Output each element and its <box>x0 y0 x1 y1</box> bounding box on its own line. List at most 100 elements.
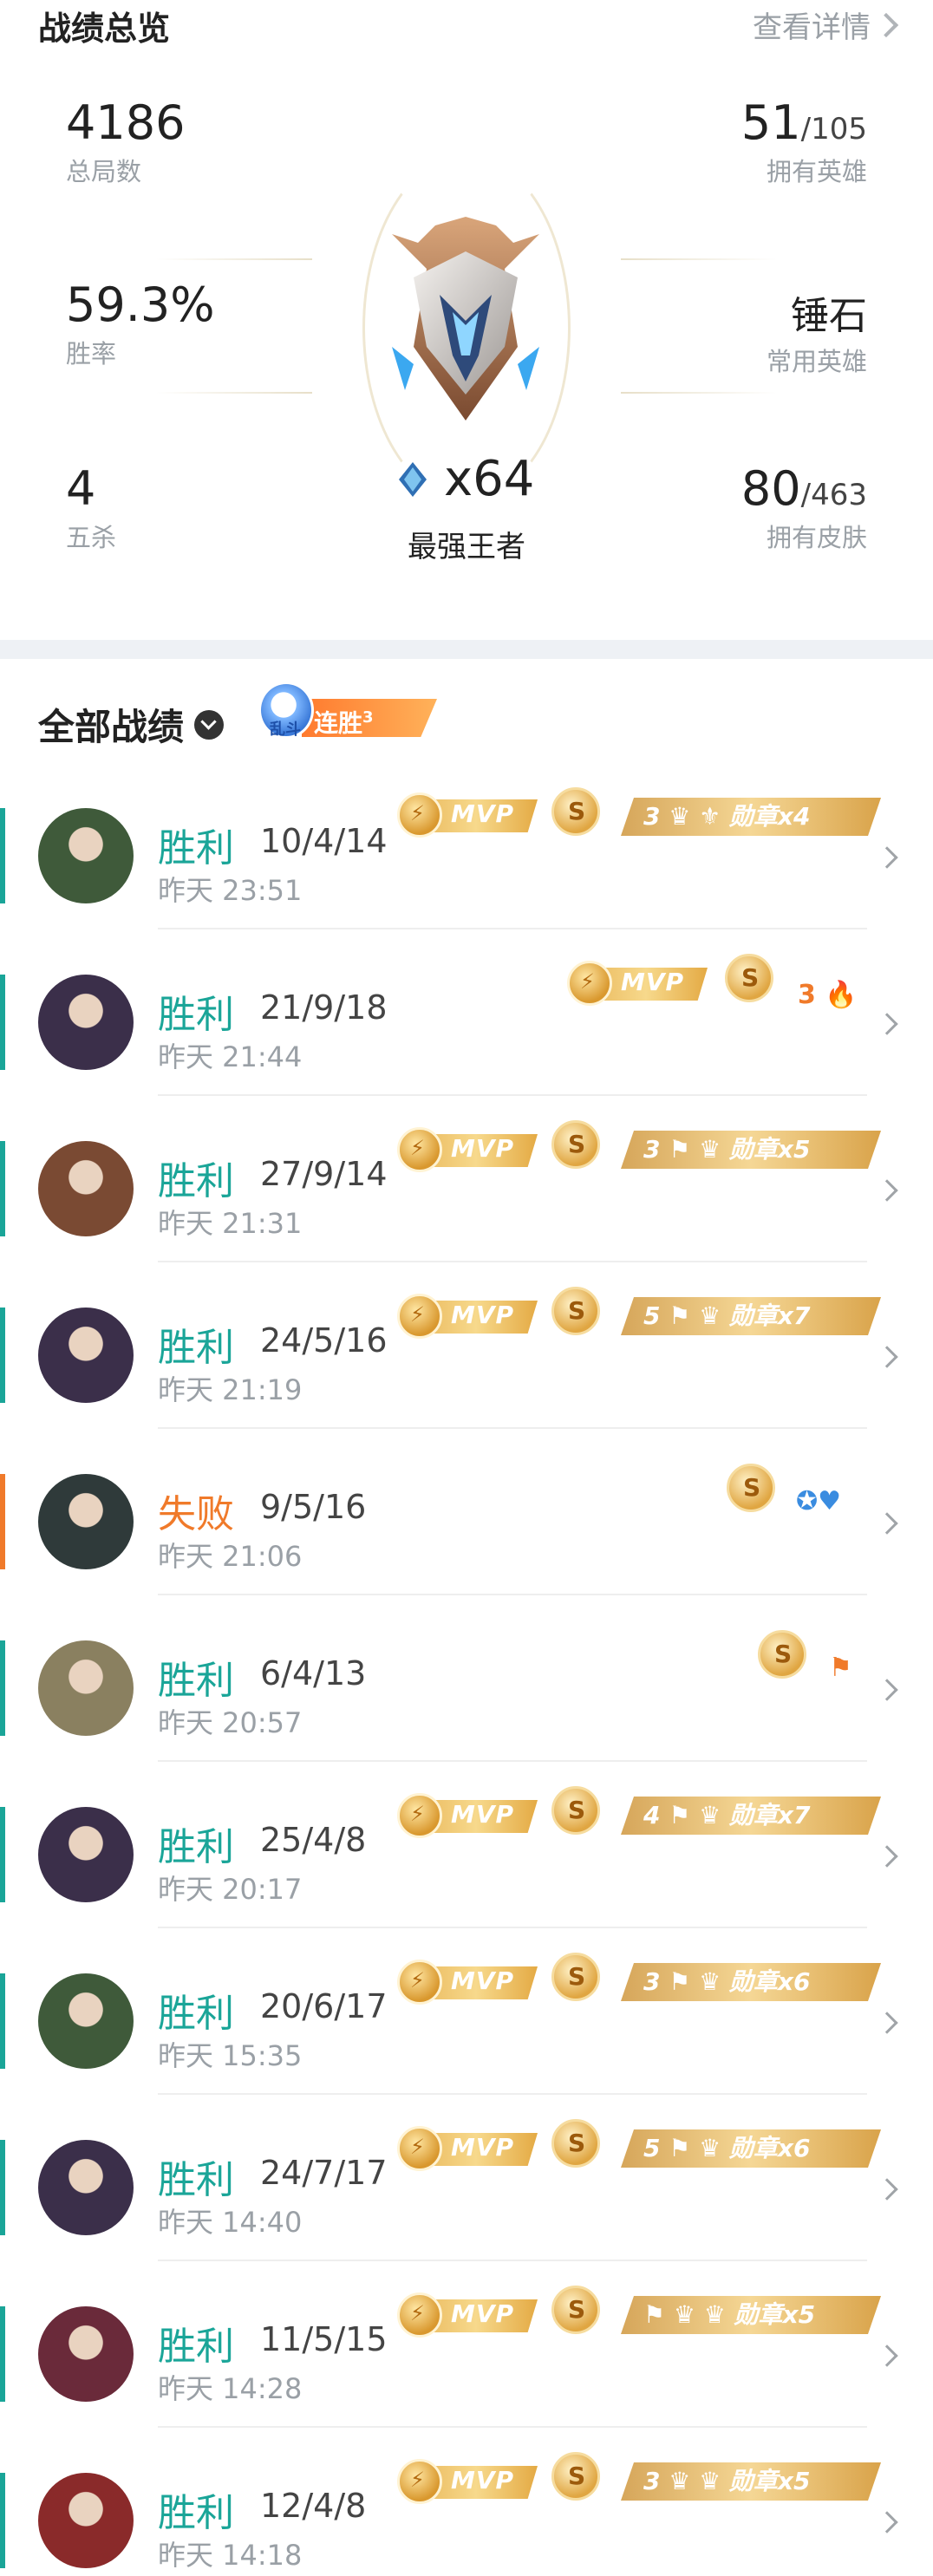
mvp-label: MVP <box>451 2466 515 2494</box>
s-rating-label: S <box>568 1962 586 1991</box>
streak-count: 3 <box>362 708 374 727</box>
view-details-label: 查看详情 <box>753 10 871 45</box>
win-rate-value: 59.3% <box>66 277 215 332</box>
mvp-coin-icon <box>567 961 612 1006</box>
mvp-coin-icon <box>397 792 442 838</box>
match-time: 昨天 20:57 <box>158 1706 303 1739</box>
match-result: 胜利 <box>158 1159 234 1203</box>
result-indicator-bar <box>0 1640 5 1736</box>
match-row[interactable]: 胜利 24/7/17 昨天 14:40 MVP S 5 ⚑ ♛ 勋章x6 <box>0 2095 933 2261</box>
result-indicator-bar <box>0 2140 5 2235</box>
match-kda: 9/5/16 <box>260 1488 367 1526</box>
mvp-badge: MVP <box>397 1793 539 1838</box>
chevron-right-icon <box>876 2012 898 2034</box>
match-row[interactable]: 胜利 21/9/18 昨天 21:44 MVP S 3 🔥 <box>0 929 933 1096</box>
chevron-right-icon <box>876 2344 898 2367</box>
match-kda: 24/7/17 <box>260 2154 388 2192</box>
match-row[interactable]: 胜利 24/5/16 昨天 21:19 MVP S 5 ⚑ ♛ 勋章x7 <box>0 1262 933 1429</box>
chevron-down-icon <box>194 709 225 740</box>
match-kda: 27/9/14 <box>260 1155 388 1193</box>
medal-ribbon: 3 ⚑ ♛ 勋章x5 <box>621 1131 881 1169</box>
s-rating-label: S <box>568 1130 586 1158</box>
match-row[interactable]: 胜利 27/9/14 昨天 21:31 MVP S 3 ⚑ ♛ 勋章x5 <box>0 1096 933 1262</box>
medal-ribbon: 5 ⚑ ♛ 勋章x6 <box>621 2129 881 2168</box>
result-indicator-bar <box>0 1807 5 1902</box>
match-time: 昨天 21:19 <box>158 1373 303 1406</box>
match-kda: 25/4/8 <box>260 1821 367 1859</box>
s-rating-badge: S <box>551 2119 600 2168</box>
mvp-badge: MVP <box>397 1960 539 2005</box>
heroes-owned-total: /105 <box>800 112 867 147</box>
s-rating-badge: S <box>551 1287 600 1335</box>
s-rating-badge: S <box>758 1630 806 1679</box>
stat-common-hero: 锤石 常用英雄 <box>767 277 867 378</box>
mvp-badge: MVP <box>567 961 709 1006</box>
hero-avatar <box>38 975 134 1070</box>
mvp-coin-icon <box>397 2459 442 2504</box>
result-indicator-bar <box>0 2306 5 2402</box>
mascot-icon: 乱斗 <box>258 681 314 739</box>
match-result: 胜利 <box>158 826 234 871</box>
match-kda: 24/5/16 <box>260 1321 388 1360</box>
s-rating-badge: S <box>551 787 600 836</box>
penta-kills-value: 4 <box>66 461 96 516</box>
mvp-coin-icon <box>397 2126 442 2171</box>
hero-avatar <box>38 2473 134 2568</box>
heroes-owned-value: 51 <box>741 95 801 150</box>
result-indicator-bar <box>0 1141 5 1236</box>
mvp-label: MVP <box>451 1800 515 1829</box>
match-row[interactable]: 胜利 6/4/13 昨天 20:57 S ⚑ <box>0 1595 933 1762</box>
flag-icon: ⚑ <box>829 1653 852 1683</box>
s-rating-badge: S <box>551 1786 600 1835</box>
s-rating-label: S <box>774 1640 793 1668</box>
s-rating-badge: S <box>551 2286 600 2334</box>
match-row[interactable]: 胜利 20/6/17 昨天 15:35 MVP S 3 ⚑ ♛ 勋章x6 <box>0 1928 933 2095</box>
match-result: 胜利 <box>158 993 234 1037</box>
challenger-rank-crest-icon <box>392 217 539 421</box>
mvp-badge: MVP <box>397 2292 539 2338</box>
hero-avatar <box>38 808 134 903</box>
chevron-right-icon <box>876 2178 898 2201</box>
chevron-right-icon <box>876 1013 898 1035</box>
match-row[interactable]: 胜利 11/5/15 昨天 14:28 MVP S ⚑ ♛ ♛ 勋章x5 <box>0 2261 933 2428</box>
s-rating-label: S <box>568 2129 586 2157</box>
chevron-right-icon <box>876 1845 898 1868</box>
match-row[interactable]: 失败 9/5/16 昨天 21:06 S ✪♥ <box>0 1429 933 1595</box>
result-indicator-bar <box>0 975 5 1070</box>
s-rating-badge: S <box>551 1120 600 1169</box>
chevron-right-icon <box>876 1512 898 1535</box>
mvp-badge: MVP <box>397 792 539 838</box>
overview-panel: 战绩总览 查看详情 4186 总局数 51/105 拥有英雄 59.3% 胜率 … <box>0 0 933 640</box>
match-row[interactable]: 胜利 10/4/14 昨天 23:51 MVP S 3 ♛ ⚜ 勋章x4 <box>0 763 933 929</box>
mvp-coin-icon <box>397 1294 442 1339</box>
mvp-label: MVP <box>451 799 515 828</box>
medal-ribbon: 3 ⚑ ♛ 勋章x6 <box>621 1963 881 2001</box>
rank-star-gem-icon <box>399 461 427 497</box>
streak-ribbon: 连胜3 <box>302 699 437 737</box>
overview-title: 战绩总览 <box>38 10 171 48</box>
stat-heroes-owned: 51/105 拥有英雄 <box>741 95 867 188</box>
divider-line <box>156 258 312 260</box>
match-row[interactable]: 胜利 25/4/8 昨天 20:17 MVP S 4 ⚑ ♛ 勋章x7 <box>0 1762 933 1928</box>
s-rating-label: S <box>741 963 760 992</box>
chevron-right-icon <box>876 846 898 869</box>
mvp-coin-icon <box>397 1960 442 2005</box>
mvp-coin-icon <box>397 1127 442 1172</box>
s-rating-label: S <box>568 1796 586 1824</box>
match-time: 昨天 14:40 <box>158 2206 303 2239</box>
streak-mode: 乱斗 <box>270 721 301 739</box>
chevron-right-icon <box>873 12 899 37</box>
mvp-label: MVP <box>621 968 685 996</box>
divider-line <box>621 258 777 260</box>
records-filter[interactable]: 全部战绩 <box>38 698 225 751</box>
chevron-right-icon <box>876 1346 898 1368</box>
view-details-link[interactable]: 查看详情 <box>753 3 899 46</box>
match-time: 昨天 14:28 <box>158 2372 303 2405</box>
match-row[interactable]: 胜利 12/4/8 昨天 14:18 MVP S 3 ♛ ♛ 勋章x5 <box>0 2428 933 2576</box>
mvp-coin-icon <box>397 2292 442 2338</box>
win-streak-badge: 连胜3 乱斗 <box>258 678 440 742</box>
medal-ribbon: 4 ⚑ ♛ 勋章x7 <box>621 1797 881 1835</box>
rank-star-count: x64 <box>444 451 535 507</box>
match-result: 胜利 <box>158 1659 234 1703</box>
hero-avatar <box>38 1308 134 1403</box>
